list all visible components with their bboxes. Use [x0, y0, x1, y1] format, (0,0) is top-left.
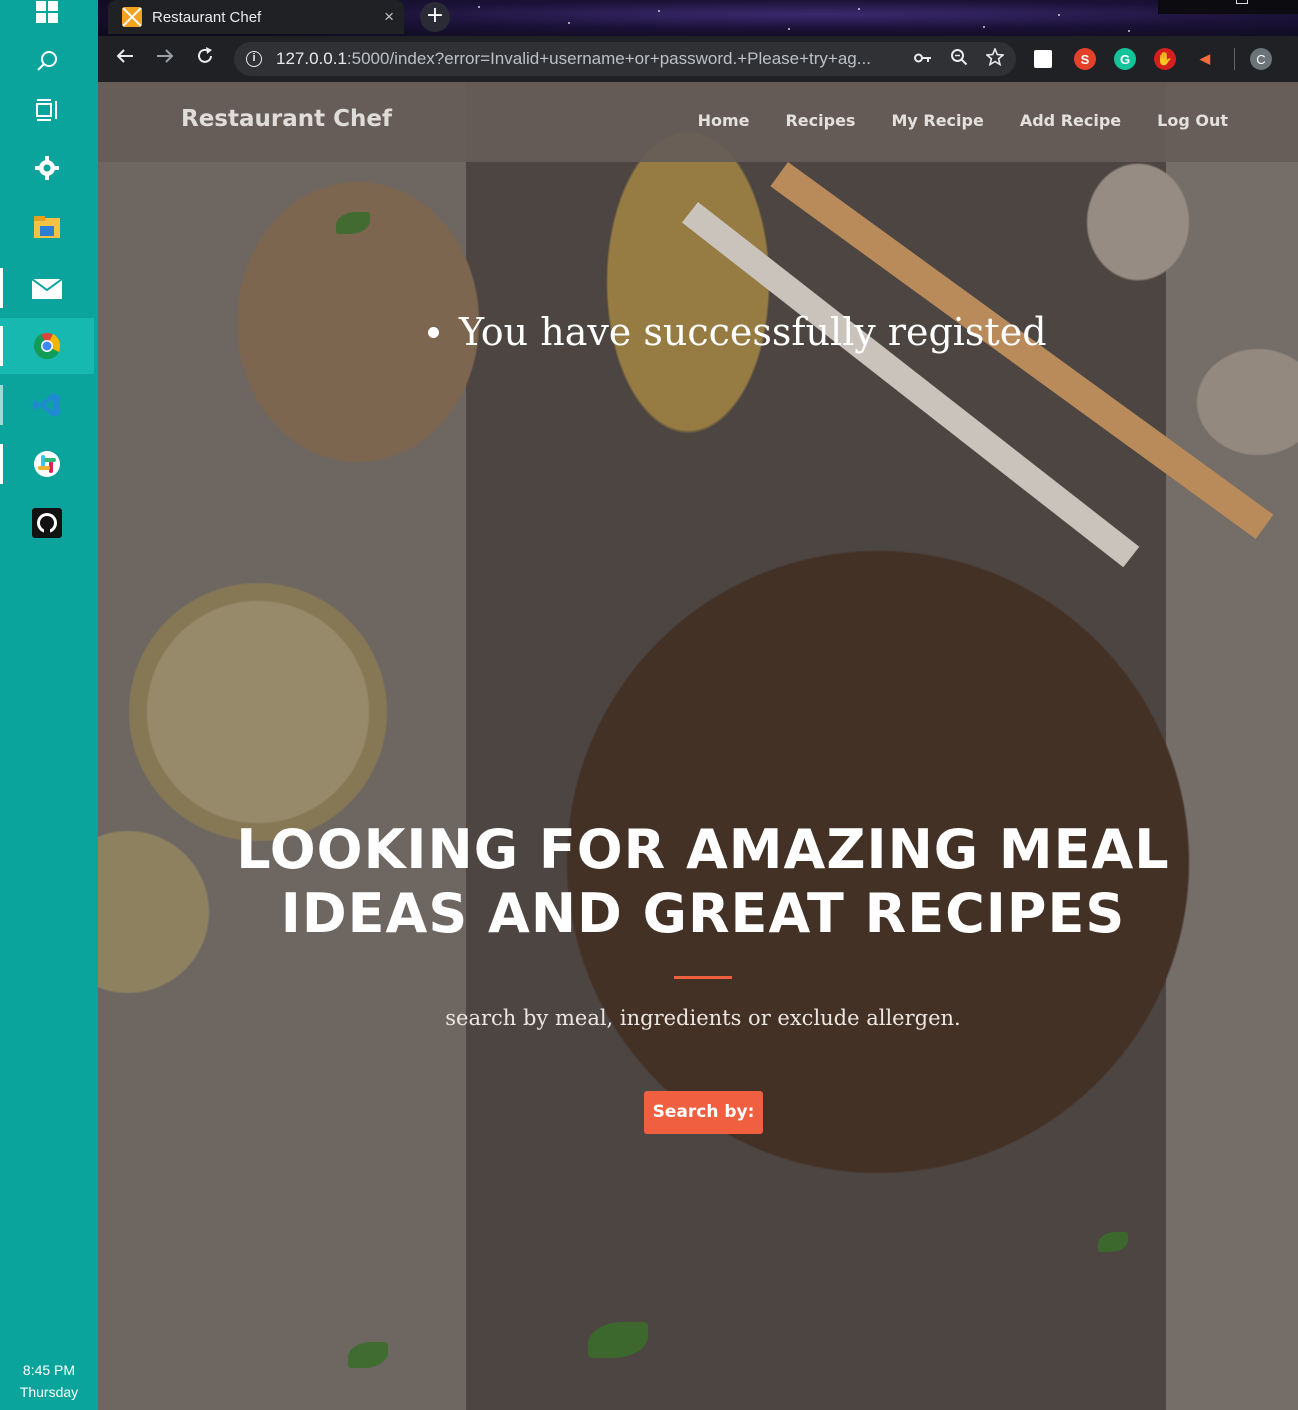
profile-avatar[interactable]: C	[1250, 48, 1272, 70]
url-text[interactable]: 127.0.0.1:5000/index?error=Invalid+usern…	[276, 49, 896, 69]
flash-message: You have successfully registed	[428, 310, 1047, 354]
zoom-icon[interactable]	[950, 48, 968, 71]
restaurant-chef-favicon-icon	[122, 7, 142, 27]
nav-link-log-out[interactable]: Log Out	[1157, 111, 1228, 130]
windows-taskbar: 8:45 PM Thursday	[0, 0, 98, 1410]
hero-title-line-2: IDEAS AND GREAT RECIPES	[280, 882, 1126, 945]
herb-leaf-shape	[336, 212, 370, 234]
chrome-taskbar-icon[interactable]	[0, 318, 94, 374]
reload-icon[interactable]	[190, 44, 220, 74]
maximize-icon[interactable]	[1236, 0, 1248, 4]
nav-link-my-recipe[interactable]: My Recipe	[891, 111, 983, 130]
search-icon[interactable]	[0, 33, 94, 89]
site-brand-link[interactable]: Restaurant Chef	[181, 106, 392, 132]
hand-block-extension-icon[interactable]: ✋	[1154, 48, 1176, 70]
tab-strip: Restaurant Chef × +	[98, 0, 1298, 36]
task-view-icon[interactable]	[0, 82, 94, 138]
search-by-button[interactable]: Search by:	[644, 1091, 763, 1134]
toolbar-separator	[1234, 48, 1235, 70]
address-bar[interactable]: i 127.0.0.1:5000/index?error=Invalid+use…	[234, 42, 1016, 76]
tab-title: Restaurant Chef	[152, 8, 262, 26]
site-navbar: Restaurant Chef Home Recipes My Recipe A…	[98, 82, 1298, 162]
settings-gear-icon[interactable]	[0, 140, 94, 196]
nav-link-home[interactable]: Home	[698, 111, 750, 130]
extension-s-icon[interactable]: S	[1074, 48, 1096, 70]
chrome-window: Restaurant Chef × + i 127.0.0.1:5000/ind…	[98, 0, 1298, 1410]
site-nav-menu: Home Recipes My Recipe Add Recipe Log Ou…	[698, 111, 1228, 130]
flash-message-text: You have successfully registed	[459, 310, 1047, 354]
github-icon[interactable]	[0, 495, 94, 551]
reading-mode-extension-icon[interactable]	[1034, 50, 1052, 68]
window-controls	[1158, 0, 1298, 14]
key-icon[interactable]	[914, 49, 932, 69]
bookmark-star-icon[interactable]	[985, 46, 1005, 71]
taskbar-clock-time[interactable]: 8:45 PM	[0, 1362, 98, 1378]
url-host: 127.0.0.1	[276, 49, 347, 68]
herb-leaf-shape	[1098, 1232, 1128, 1252]
url-path: :5000/index?error=Invalid+username+or+pa…	[346, 49, 871, 68]
flash-bullet	[428, 326, 439, 338]
herb-leaf-shape	[588, 1322, 648, 1358]
taskbar-clock-day[interactable]: Thursday	[0, 1384, 98, 1400]
vscode-icon[interactable]	[0, 377, 94, 433]
mail-icon[interactable]	[0, 260, 94, 316]
hero-title: LOOKING FOR AMAZING MEAL IDEAS AND GREAT…	[158, 818, 1248, 946]
nav-link-add-recipe[interactable]: Add Recipe	[1020, 111, 1121, 130]
hero-subtitle: search by meal, ingredients or exclude a…	[445, 1006, 961, 1030]
tab-close-icon[interactable]: ×	[384, 7, 394, 27]
tab-restaurant-chef[interactable]: Restaurant Chef ×	[108, 0, 404, 34]
file-explorer-icon[interactable]	[0, 199, 94, 255]
new-tab-button[interactable]: +	[420, 2, 450, 32]
nav-link-recipes[interactable]: Recipes	[785, 111, 855, 130]
grammarly-extension-icon[interactable]: G	[1114, 48, 1136, 70]
slack-icon[interactable]	[0, 436, 94, 492]
forward-arrow-icon[interactable]	[150, 44, 180, 74]
browser-toolbar: i 127.0.0.1:5000/index?error=Invalid+use…	[98, 36, 1298, 82]
megaphone-extension-icon[interactable]: ◀	[1194, 48, 1216, 70]
web-page: Restaurant Chef Home Recipes My Recipe A…	[98, 82, 1298, 1410]
site-info-icon[interactable]: i	[246, 51, 262, 67]
hero-divider	[674, 976, 732, 979]
herb-leaf-shape	[348, 1342, 388, 1368]
hero-title-line-1: LOOKING FOR AMAZING MEAL	[236, 818, 1170, 881]
back-arrow-icon[interactable]	[110, 44, 140, 74]
